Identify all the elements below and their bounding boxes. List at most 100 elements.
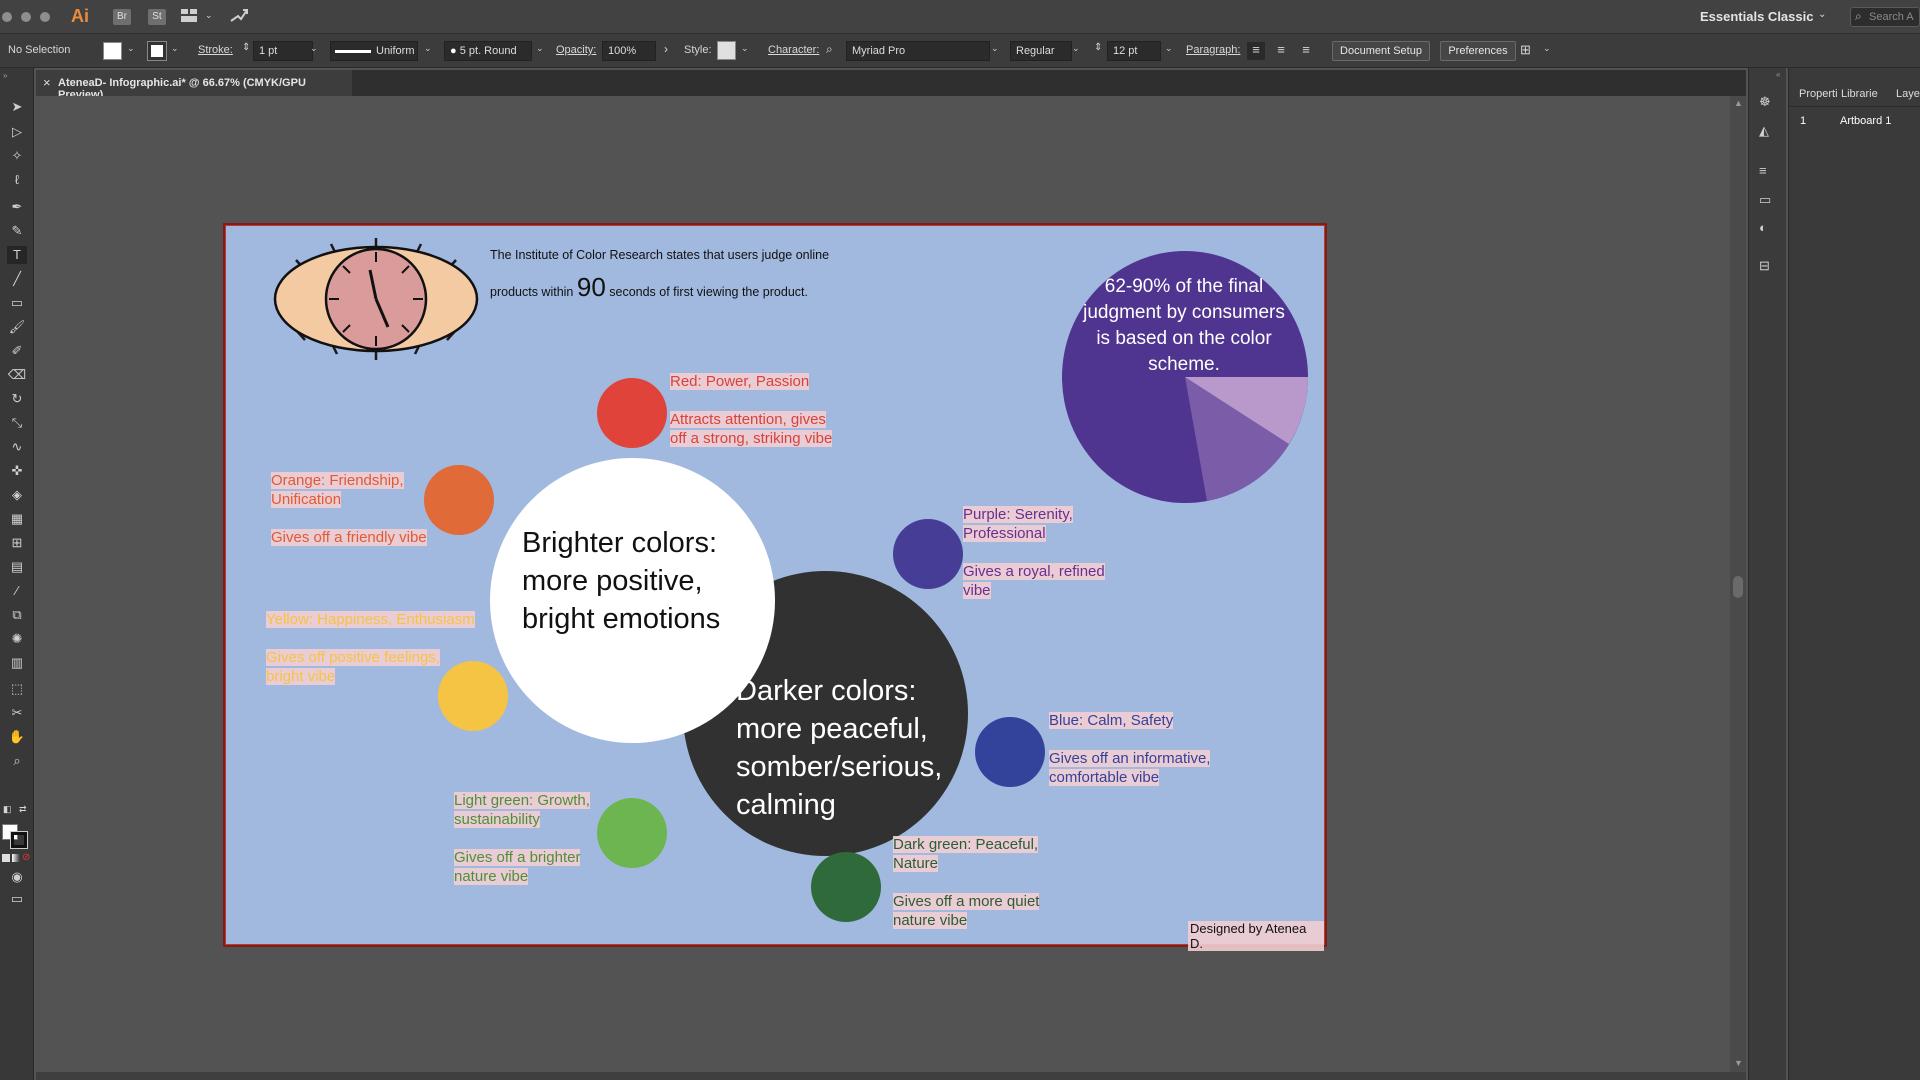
lasso-tool-icon[interactable]: ℓ <box>7 171 27 189</box>
chevron-down-icon[interactable]: ⌄ <box>310 43 318 54</box>
warp-tool-icon[interactable]: ∿ <box>7 438 27 456</box>
minimize-window-button[interactable] <box>21 12 31 22</box>
chevron-down-icon[interactable]: ⌄ <box>1543 43 1551 54</box>
font-size-stepper-icon[interactable]: ⇕ <box>1094 42 1102 53</box>
chevron-down-icon[interactable]: ⌄ <box>741 43 749 54</box>
chevron-down-icon[interactable]: ⌄ <box>424 43 432 54</box>
tab-layers[interactable]: Laye <box>1896 88 1920 100</box>
font-search-icon[interactable]: ⌕ <box>826 42 833 57</box>
draw-mode-icon[interactable]: ◉ <box>7 868 27 886</box>
chevron-down-icon[interactable]: ⌄ <box>205 10 213 21</box>
chevron-down-icon[interactable]: ⌄ <box>1818 9 1826 20</box>
magic-wand-tool-icon[interactable]: ✧ <box>7 147 27 165</box>
transparency-panel-icon[interactable]: ◐ <box>1759 220 1767 235</box>
swap-colors-icon[interactable]: ⇄ <box>19 804 27 815</box>
hand-tool-icon[interactable]: ✋ <box>7 728 27 746</box>
paragraph-label[interactable]: Paragraph: <box>1186 44 1240 56</box>
chevron-down-icon[interactable]: ⌄ <box>1072 43 1080 54</box>
none-mode-icon[interactable]: ⊘ <box>22 852 30 863</box>
eraser-tool-icon[interactable]: ⌫ <box>7 366 27 384</box>
document-setup-button[interactable]: Document Setup <box>1332 41 1430 61</box>
blend-tool-icon[interactable]: ⧉ <box>7 606 27 624</box>
symbol-sprayer-tool-icon[interactable]: ✺ <box>7 630 27 648</box>
selection-tool-icon[interactable]: ➤ <box>7 98 27 116</box>
close-tab-icon[interactable]: × <box>43 75 51 90</box>
fill-swatch[interactable] <box>103 42 122 60</box>
scrollbar-thumb[interactable] <box>1733 576 1743 598</box>
stroke-panel-icon[interactable]: ≡ <box>1759 163 1767 178</box>
font-size-field[interactable]: 12 pt <box>1107 41 1161 61</box>
gradient-panel-icon[interactable]: ▭ <box>1759 192 1771 208</box>
arrange-icon[interactable]: ⊞ <box>1520 42 1531 58</box>
chevron-down-icon[interactable]: ⌄ <box>1165 43 1173 54</box>
align-right-icon[interactable]: ≡ <box>1297 42 1315 60</box>
artboard-list-row[interactable]: 1 Artboard 1 <box>1789 112 1920 132</box>
vertical-scrollbar[interactable]: ▲ ▼ <box>1730 96 1746 1072</box>
align-panel-icon[interactable]: ⊟ <box>1759 258 1770 274</box>
artboard-tool-icon[interactable]: ⬚ <box>7 680 27 698</box>
gradient-tool-icon[interactable]: ▤ <box>7 558 27 576</box>
graph-tool-icon[interactable]: ▥ <box>7 654 27 672</box>
collapse-panels-icon[interactable]: « <box>1776 70 1780 79</box>
character-label[interactable]: Character: <box>768 44 819 56</box>
default-colors-icon[interactable]: ◧ <box>3 804 12 815</box>
scroll-down-icon[interactable]: ▼ <box>1734 1058 1743 1068</box>
collapse-panel-icon[interactable]: » <box>3 71 7 80</box>
line-tool-icon[interactable]: ╱ <box>7 270 27 288</box>
opacity-field[interactable]: 100% <box>602 41 656 61</box>
document-tab[interactable]: × AteneaD- Infographic.ai* @ 66.67% (CMY… <box>36 70 352 101</box>
zoom-tool-icon[interactable]: ⌕ <box>7 752 27 770</box>
stroke-label[interactable]: Stroke: <box>198 44 233 56</box>
chevron-down-icon[interactable]: ⌄ <box>171 43 179 54</box>
color-mode-icon[interactable] <box>2 854 10 862</box>
tab-libraries[interactable]: Librarie <box>1841 88 1878 100</box>
opacity-label[interactable]: Opacity: <box>556 44 596 56</box>
font-family-field[interactable]: Myriad Pro <box>846 41 990 61</box>
stroke-weight-field[interactable]: 1 pt <box>253 41 313 61</box>
paintbrush-tool-icon[interactable]: 🖌 <box>7 318 27 336</box>
stroke-color-swatch[interactable] <box>10 831 28 849</box>
stroke-stepper-icon[interactable]: ⇕ <box>242 42 250 53</box>
pen-tool-icon[interactable]: ✒ <box>7 198 27 216</box>
type-tool-icon[interactable]: T <box>7 246 27 264</box>
close-window-button[interactable] <box>2 12 12 22</box>
slice-tool-icon[interactable]: ✂ <box>7 704 27 722</box>
font-style-field[interactable]: Regular <box>1010 41 1072 61</box>
rectangle-tool-icon[interactable]: ▭ <box>7 294 27 312</box>
gradient-mode-icon[interactable] <box>12 854 20 862</box>
shaper-tool-icon[interactable]: ✐ <box>7 342 27 360</box>
appearance-icon[interactable]: ☸ <box>1759 94 1771 110</box>
scale-tool-icon[interactable]: ⤡ <box>7 414 27 432</box>
screen-mode-icon[interactable]: ▭ <box>7 890 27 908</box>
scroll-up-icon[interactable]: ▲ <box>1734 98 1743 108</box>
artboard[interactable]: The Institute of Color Research states t… <box>225 225 1325 951</box>
graphic-styles-icon[interactable]: ◭ <box>1759 123 1769 139</box>
perspective-grid-tool-icon[interactable]: ▦ <box>7 510 27 528</box>
chevron-down-icon[interactable]: ⌄ <box>127 43 135 54</box>
align-center-icon[interactable]: ≡ <box>1272 42 1290 60</box>
style-swatch[interactable] <box>717 41 736 60</box>
chevron-down-icon[interactable]: ⌄ <box>536 43 544 54</box>
puppet-warp-tool-icon[interactable]: ✜ <box>7 462 27 480</box>
rotate-tool-icon[interactable]: ↻ <box>7 390 27 408</box>
maximize-window-button[interactable] <box>40 12 50 22</box>
chevron-down-icon[interactable]: ⌄ <box>991 43 999 54</box>
align-left-icon[interactable]: ≡ <box>1247 42 1265 60</box>
search-input[interactable]: ⌕ Search A <box>1850 7 1920 27</box>
workspace-switcher[interactable]: Essentials Classic <box>1700 9 1813 24</box>
shape-builder-tool-icon[interactable]: ◈ <box>7 486 27 504</box>
tab-properties[interactable]: Properti <box>1799 88 1838 100</box>
stroke-profile-dropdown[interactable]: Uniform <box>330 41 418 61</box>
curvature-tool-icon[interactable]: ✎ <box>7 222 27 240</box>
stock-button[interactable]: St <box>148 9 166 25</box>
bridge-button[interactable]: Br <box>113 9 131 25</box>
eyedropper-tool-icon[interactable]: ⁄ <box>7 582 27 600</box>
brush-dropdown[interactable]: ● 5 pt. Round <box>444 41 532 61</box>
chevron-right-icon[interactable]: › <box>664 42 668 56</box>
direct-selection-tool-icon[interactable]: ▷ <box>7 123 27 141</box>
mesh-tool-icon[interactable]: ⊞ <box>7 534 27 552</box>
stroke-swatch[interactable] <box>147 41 167 61</box>
arrange-documents-icon[interactable] <box>181 9 197 22</box>
preferences-button[interactable]: Preferences <box>1440 41 1516 61</box>
gpu-performance-icon[interactable] <box>229 7 249 25</box>
